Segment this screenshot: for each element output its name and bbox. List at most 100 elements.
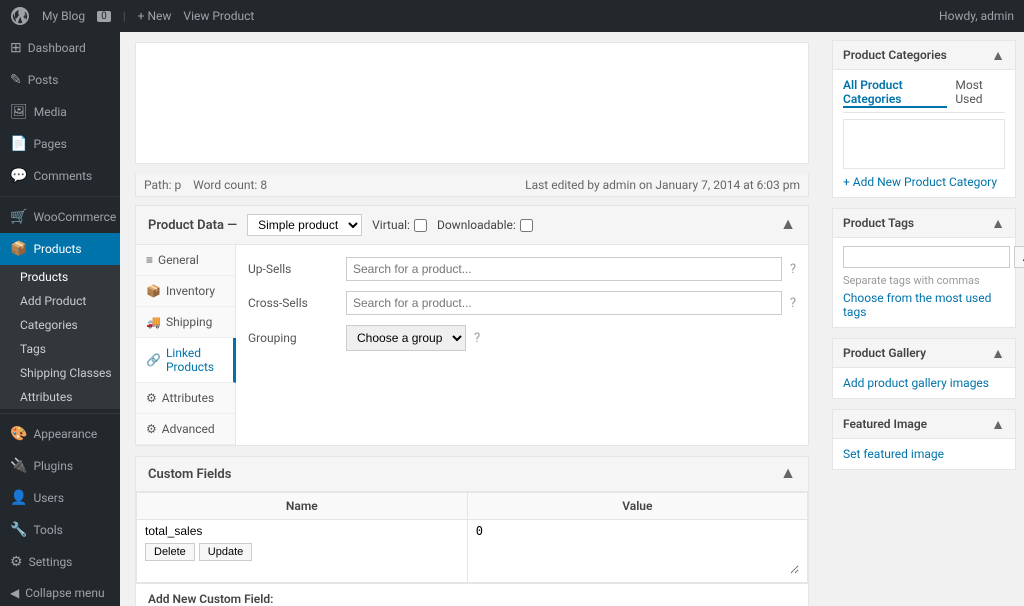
category-checkbox-area[interactable] bbox=[843, 119, 1005, 169]
shipping-tab-icon: 🚚 bbox=[146, 315, 161, 329]
collapse-menu-button[interactable]: ◀ Collapse menu bbox=[0, 578, 120, 606]
choose-tags-link[interactable]: Choose from the most used tags bbox=[843, 291, 991, 319]
tag-input[interactable] bbox=[843, 246, 1010, 268]
sidebar-item-attributes[interactable]: Attributes bbox=[0, 385, 120, 409]
sidebar-item-add-product[interactable]: Add Product bbox=[0, 289, 120, 313]
sidebar-label-comments: Comments bbox=[33, 169, 92, 183]
tab-general-label: General bbox=[158, 253, 199, 267]
cf-name-cell: Delete Update bbox=[137, 520, 468, 583]
sidebar-item-dashboard[interactable]: ⊞ Dashboard bbox=[0, 32, 120, 64]
grouping-help-icon[interactable]: ? bbox=[474, 331, 480, 346]
editor-content-area[interactable] bbox=[136, 43, 808, 163]
sidebar-label-dashboard: Dashboard bbox=[28, 41, 86, 55]
featured-image-toggle-btn[interactable]: ▲ bbox=[991, 416, 1005, 432]
submenu-label-attributes: Attributes bbox=[20, 390, 72, 404]
sidebar-item-products[interactable]: 📦 Products bbox=[0, 233, 120, 265]
tab-advanced-label: Advanced bbox=[162, 422, 215, 436]
dashboard-icon: ⊞ bbox=[10, 40, 22, 56]
product-gallery-toggle-btn[interactable]: ▲ bbox=[991, 345, 1005, 361]
sidebar-item-pages[interactable]: 📄 Pages bbox=[0, 128, 120, 160]
category-tab-links: All Product Categories Most Used bbox=[843, 78, 1005, 113]
sidebar-item-appearance[interactable]: 🎨 Appearance bbox=[0, 418, 120, 450]
crosssells-input[interactable] bbox=[346, 291, 782, 315]
upsells-input[interactable] bbox=[346, 257, 782, 281]
custom-fields-body: Name Value Delete Update bbox=[136, 492, 808, 606]
virtual-label: Virtual: bbox=[372, 218, 410, 232]
users-icon: 👤 bbox=[10, 490, 27, 506]
upsells-help-icon[interactable]: ? bbox=[790, 262, 796, 277]
sidebar-item-posts[interactable]: ✎ Posts bbox=[0, 64, 120, 96]
cf-update-btn[interactable]: Update bbox=[199, 543, 252, 561]
main-editor: Path: p Word count: 8 Last edited by adm… bbox=[120, 32, 824, 606]
grouping-select[interactable]: Choose a group bbox=[346, 325, 466, 351]
product-categories-toggle-btn[interactable]: ▲ bbox=[991, 47, 1005, 63]
sidebar-item-categories[interactable]: Categories bbox=[0, 313, 120, 337]
sidebar-label-pages: Pages bbox=[33, 137, 66, 151]
product-type-select[interactable]: Simple product bbox=[247, 214, 362, 236]
crosssells-help-icon[interactable]: ? bbox=[790, 296, 796, 311]
view-product-link[interactable]: View Product bbox=[183, 9, 254, 23]
virtual-checkbox[interactable] bbox=[414, 219, 427, 232]
sidebar-item-tools[interactable]: 🔧 Tools bbox=[0, 514, 120, 546]
tab-shipping[interactable]: 🚚 Shipping bbox=[136, 307, 235, 338]
cf-delete-btn[interactable]: Delete bbox=[145, 543, 195, 561]
wp-logo-icon[interactable] bbox=[10, 6, 30, 26]
add-gallery-images-link[interactable]: Add product gallery images bbox=[843, 376, 989, 390]
tag-add-btn[interactable]: Add bbox=[1014, 246, 1024, 268]
all-categories-tab[interactable]: All Product Categories bbox=[843, 78, 947, 108]
tab-attributes[interactable]: ⚙ Attributes bbox=[136, 383, 235, 414]
media-icon: 🖼 bbox=[10, 104, 28, 120]
sidebar-item-shipping-classes[interactable]: Shipping Classes bbox=[0, 361, 120, 385]
submenu-label-categories: Categories bbox=[20, 318, 78, 332]
product-tags-title: Product Tags bbox=[843, 216, 914, 230]
site-name[interactable]: My Blog bbox=[42, 9, 85, 23]
sidebar-label-posts: Posts bbox=[28, 73, 59, 87]
sidebar-item-woocommerce[interactable]: 🛒 WooCommerce bbox=[0, 201, 120, 233]
tab-shipping-label: Shipping bbox=[166, 315, 212, 329]
sidebar-item-media[interactable]: 🖼 Media bbox=[0, 96, 120, 128]
tab-linked-products[interactable]: 🔗 Linked Products bbox=[136, 338, 236, 383]
howdy-text: Howdy, admin bbox=[939, 9, 1014, 23]
tag-input-row: Add bbox=[843, 246, 1005, 268]
tab-inventory[interactable]: 📦 Inventory bbox=[136, 276, 235, 307]
featured-image-widget: Featured Image ▲ Set featured image bbox=[832, 409, 1016, 470]
crosssells-label: Cross-Sells bbox=[248, 296, 338, 310]
sidebar-item-tags[interactable]: Tags bbox=[0, 337, 120, 361]
sidebar-item-users[interactable]: 👤 Users bbox=[0, 482, 120, 514]
path-bar: Path: p Word count: 8 Last edited by adm… bbox=[135, 174, 809, 197]
featured-image-header: Featured Image ▲ bbox=[833, 410, 1015, 439]
grouping-label: Grouping bbox=[248, 331, 338, 345]
downloadable-checkbox-group: Downloadable: bbox=[437, 218, 533, 232]
set-featured-image-link[interactable]: Set featured image bbox=[843, 447, 944, 461]
comments-icon: 💬 bbox=[10, 168, 27, 184]
submenu-label-add-product: Add Product bbox=[20, 294, 86, 308]
product-categories-widget: Product Categories ▲ All Product Categor… bbox=[832, 40, 1016, 198]
tab-advanced[interactable]: ⚙ Advanced bbox=[136, 414, 235, 445]
sidebar-item-plugins[interactable]: 🔌 Plugins bbox=[0, 450, 120, 482]
cf-actions: Delete Update bbox=[145, 543, 459, 561]
cf-name-input[interactable] bbox=[145, 524, 459, 538]
sidebar-item-comments[interactable]: 💬 Comments bbox=[0, 160, 120, 192]
general-tab-icon: ≡ bbox=[146, 253, 153, 267]
pages-icon: 📄 bbox=[10, 136, 27, 152]
custom-fields-toggle-btn[interactable]: ▲ bbox=[780, 465, 796, 483]
downloadable-checkbox[interactable] bbox=[520, 219, 533, 232]
tab-general[interactable]: ≡ General bbox=[136, 245, 235, 276]
sidebar-label-products: Products bbox=[33, 242, 81, 256]
tools-icon: 🔧 bbox=[10, 522, 27, 538]
sidebar-item-settings[interactable]: ⚙ Settings bbox=[0, 546, 120, 578]
add-new-category-link[interactable]: + Add New Product Category bbox=[843, 175, 997, 189]
product-data-toggle-btn[interactable]: ▲ bbox=[780, 216, 796, 234]
cf-value-header: Value bbox=[467, 493, 807, 520]
product-tags-toggle-btn[interactable]: ▲ bbox=[991, 215, 1005, 231]
new-button[interactable]: + New bbox=[138, 9, 172, 23]
comments-count-badge[interactable]: 0 bbox=[97, 11, 111, 22]
add-cf-section: Add New Custom Field: Name Value bbox=[136, 583, 808, 606]
featured-image-body: Set featured image bbox=[833, 439, 1015, 469]
sidebar-item-products-list[interactable]: Products bbox=[0, 265, 120, 289]
product-data-content: Up-Sells ? Cross-Sells ? Grouping bbox=[236, 245, 808, 445]
cf-value-textarea[interactable]: 0 bbox=[476, 524, 799, 574]
woocommerce-icon: 🛒 bbox=[10, 209, 27, 225]
most-used-categories-tab[interactable]: Most Used bbox=[955, 78, 1005, 108]
submenu-label-tags: Tags bbox=[20, 342, 46, 356]
